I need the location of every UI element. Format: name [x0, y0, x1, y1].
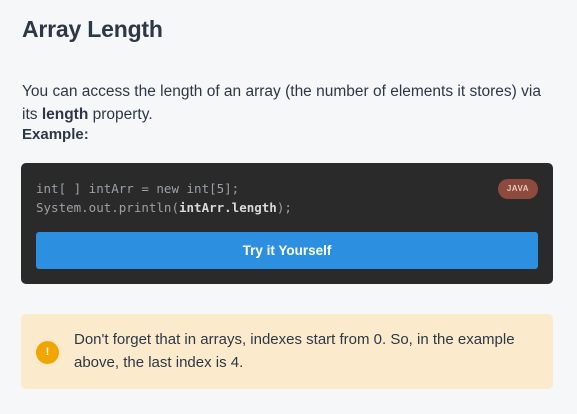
code-line-1: int[ ] intArr = new int[5]; — [36, 181, 240, 196]
intro-paragraph: You can access the length of an array (t… — [22, 80, 552, 126]
code-block: int[ ] intArr = new int[5]; System.out.p… — [36, 179, 292, 217]
code-line-2-highlight: intArr.length — [179, 200, 277, 215]
language-badge: JAVA — [497, 179, 538, 199]
try-it-yourself-button[interactable]: Try it Yourself — [36, 232, 538, 269]
exclamation-icon: ! — [36, 341, 59, 364]
example-label: Example: — [22, 126, 89, 143]
code-line-2-before: System.out.println( — [36, 200, 179, 215]
code-line-2: System.out.println(intArr.length); — [36, 200, 292, 215]
note-callout: ! Don't forget that in arrays, indexes s… — [21, 314, 553, 389]
intro-text-after: property. — [88, 106, 153, 123]
lesson-page: Array Length You can access the length o… — [0, 0, 577, 414]
intro-keyword: length — [41, 106, 89, 123]
note-text: Don't forget that in arrays, indexes sta… — [74, 331, 515, 371]
code-example-card: int[ ] intArr = new int[5]; System.out.p… — [21, 163, 553, 284]
code-line-2-after: ); — [276, 200, 292, 215]
page-title: Array Length — [22, 16, 163, 42]
